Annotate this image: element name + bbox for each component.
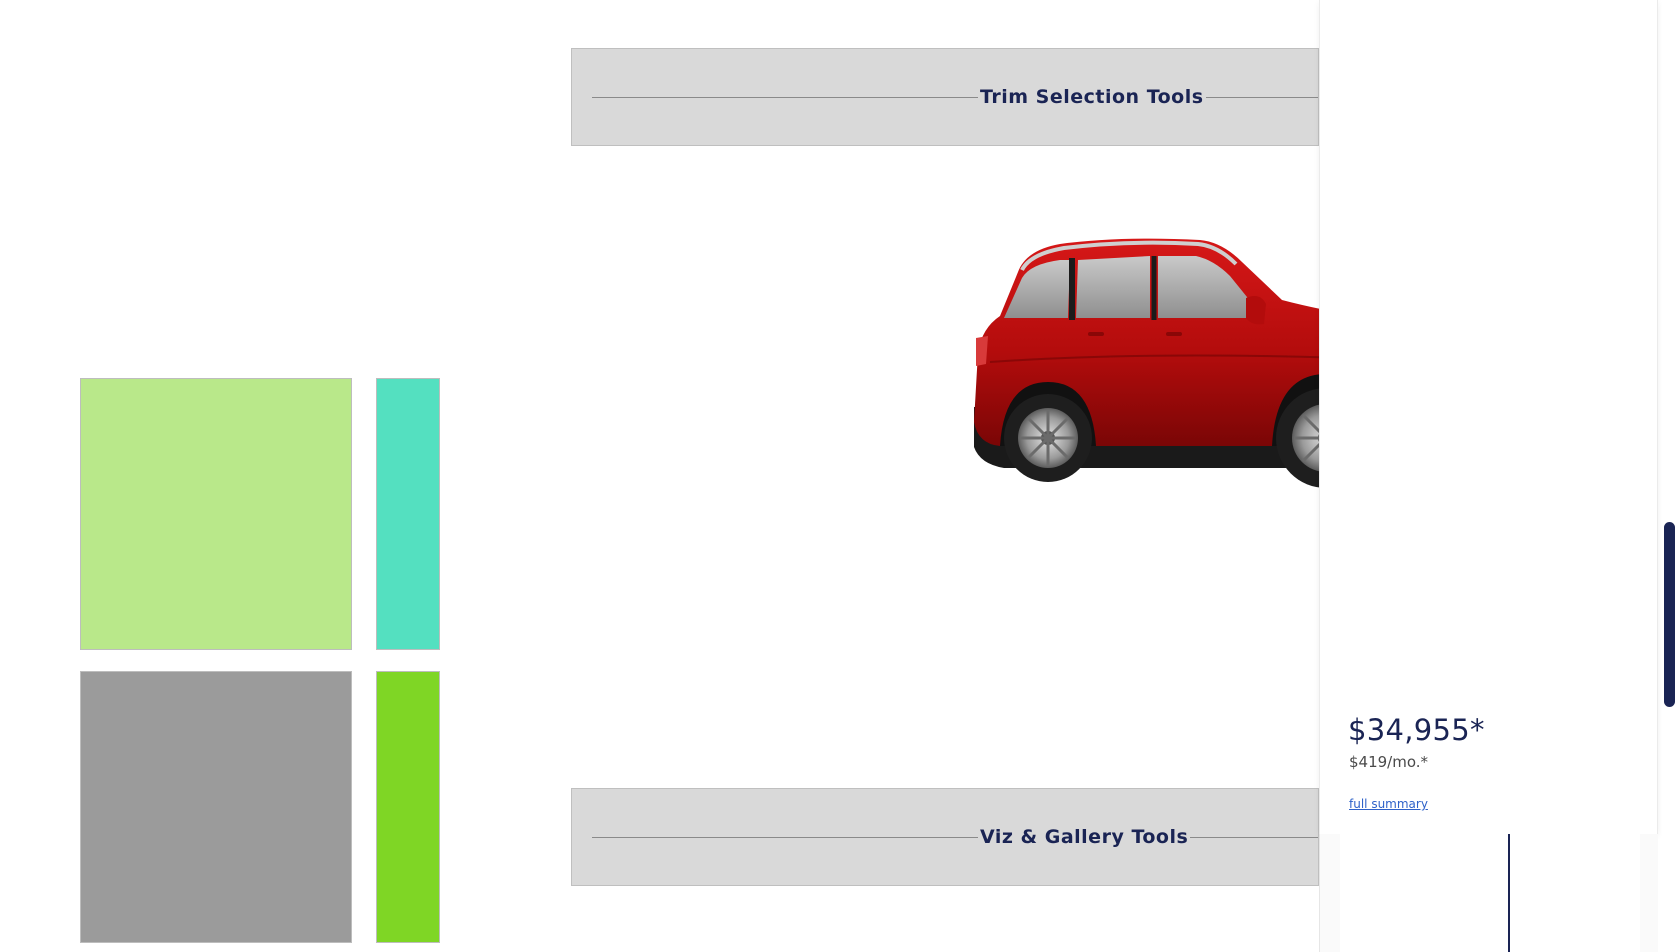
monthly-payment: $419/mo.* (1349, 753, 1429, 771)
total-price: $34,955* (1348, 713, 1485, 747)
viz-gallery-tools-title: Viz & Gallery Tools (978, 823, 1191, 851)
full-summary-link[interactable]: full summary (1349, 797, 1428, 811)
swatch-teal[interactable] (376, 378, 440, 650)
summary-panel (1319, 0, 1658, 834)
section-divider-line (592, 97, 1318, 98)
swatch-green[interactable] (376, 671, 440, 943)
swatch-light-green[interactable] (80, 378, 352, 650)
trim-selection-tools-bar: Trim Selection Tools (571, 48, 1319, 146)
panel-divider (1508, 834, 1510, 952)
scrollbar-thumb[interactable] (1664, 522, 1675, 707)
viz-gallery-tools-bar: Viz & Gallery Tools (571, 788, 1319, 886)
section-divider-line (592, 837, 1318, 838)
trim-selection-tools-title: Trim Selection Tools (978, 83, 1206, 111)
summary-tabs-area (1340, 834, 1640, 952)
scrollbar-track[interactable] (1662, 0, 1677, 952)
swatch-gray[interactable] (80, 671, 352, 943)
summary-panel-lower (1319, 834, 1658, 952)
